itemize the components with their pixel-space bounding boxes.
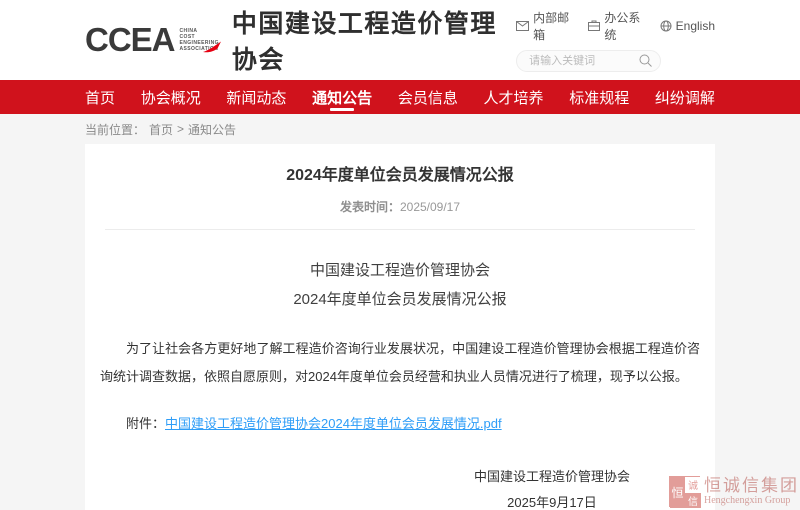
breadcrumb-home[interactable]: 首页 (149, 121, 173, 138)
ccea-logo[interactable]: CCEA CHINA COST ENGINEERING ASSOCIATION (85, 21, 219, 59)
hengchengxin-logo-icon: 恒 诚 信 (669, 476, 700, 507)
nav-item-news[interactable]: 新闻动态 (226, 80, 286, 114)
nav-item-home[interactable]: 首页 (85, 80, 115, 114)
article-subtitle-report: 2024年度单位会员发展情况公报 (100, 285, 700, 314)
article-paragraph: 为了让社会各方更好地了解工程造价咨询行业发展状况，中国建设工程造价管理协会根据工… (100, 335, 700, 391)
article-title: 2024年度单位会员发展情况公报 (85, 161, 715, 185)
brand: CCEA CHINA COST ENGINEERING ASSOCIATION … (85, 4, 516, 76)
breadcrumb-prefix: 当前位置： (85, 121, 145, 138)
nav-item-mediation[interactable]: 纠纷调解 (655, 80, 715, 114)
watermark-name-en: Hengchengxin Group (704, 495, 799, 507)
signature-date: 2025年9月17日 (474, 490, 630, 510)
topbar-links: 内部邮箱 办公系统 English (516, 9, 715, 43)
briefcase-icon (588, 20, 600, 31)
nav-item-about[interactable]: 协会概况 (141, 80, 201, 114)
breadcrumb-separator: > (177, 122, 184, 136)
site-header: CCEA CHINA COST ENGINEERING ASSOCIATION … (0, 0, 800, 80)
nav-item-members[interactable]: 会员信息 (398, 80, 458, 114)
nav-item-training[interactable]: 人才培养 (484, 80, 544, 114)
nav-item-notices[interactable]: 通知公告 (312, 80, 372, 114)
breadcrumb-current[interactable]: 通知公告 (188, 121, 236, 138)
office-system-label: 办公系统 (604, 9, 644, 43)
breadcrumb: 当前位置： 首页 > 通知公告 (85, 114, 715, 144)
attachment-row: 附件：中国建设工程造价管理协会2024年度单位会员发展情况.pdf (100, 413, 700, 432)
site-search (516, 50, 661, 72)
signature-block: 中国建设工程造价管理协会 2025年9月17日 (100, 464, 700, 510)
office-system-link[interactable]: 办公系统 (588, 9, 644, 43)
watermark-name-cn: 恒诚信集团 (704, 476, 799, 495)
signature-org: 中国建设工程造价管理协会 (474, 464, 630, 490)
site-title: 中国建设工程造价管理协会 (232, 4, 516, 76)
logo-red-swoosh-icon (202, 41, 222, 54)
article-subtitle-org: 中国建设工程造价管理协会 (100, 256, 700, 285)
article-date-value: 2025/09/17 (400, 200, 460, 214)
main-nav: 首页 协会概况 新闻动态 通知公告 会员信息 人才培养 标准规程 纠纷调解 (0, 80, 800, 114)
mail-icon (516, 21, 529, 31)
internal-mail-label: 内部邮箱 (533, 9, 573, 43)
english-link[interactable]: English (660, 9, 715, 43)
article-card: 2024年度单位会员发展情况公报 发表时间：2025/09/17 中国建设工程造… (85, 144, 715, 510)
ccea-logo-text: CCEA (85, 21, 175, 59)
internal-mail-link[interactable]: 内部邮箱 (516, 9, 573, 43)
attachment-pdf-link[interactable]: 中国建设工程造价管理协会2024年度单位会员发展情况.pdf (165, 416, 502, 431)
globe-icon (660, 20, 672, 32)
attachment-label: 附件： (126, 416, 165, 431)
article-date-label: 发表时间： (340, 200, 400, 214)
hengchengxin-watermark: 恒 诚 信 恒诚信集团 Hengchengxin Group (669, 476, 799, 507)
nav-item-standards[interactable]: 标准规程 (569, 80, 629, 114)
search-icon[interactable] (639, 54, 652, 72)
article-date: 发表时间：2025/09/17 (85, 198, 715, 215)
english-label: English (676, 19, 715, 33)
